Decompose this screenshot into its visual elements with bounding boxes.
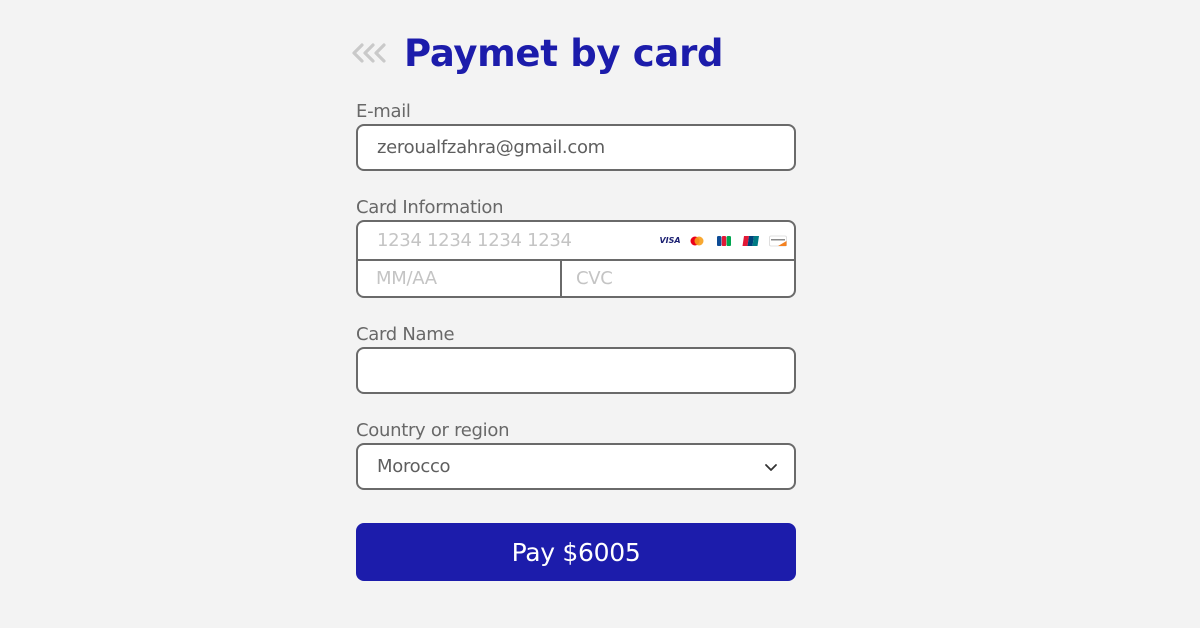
card-name-input[interactable] — [356, 347, 796, 394]
card-number-input[interactable]: 1234 1234 1234 1234 — [377, 230, 653, 251]
email-label: E-mail — [356, 101, 411, 122]
email-value: zeroualfzahra@gmail.com — [377, 137, 605, 158]
card-info-group: 1234 1234 1234 1234 VISA MM/AA CVC — [356, 220, 796, 298]
card-cvc-input[interactable]: CVC — [562, 261, 794, 296]
card-expiry-input[interactable]: MM/AA — [358, 261, 562, 296]
card-info-label: Card Information — [356, 197, 504, 218]
country-label: Country or region — [356, 420, 510, 441]
mastercard-icon — [687, 234, 707, 248]
chevron-down-icon — [764, 462, 778, 472]
country-selected-value: Morocco — [377, 456, 451, 477]
visa-icon: VISA — [659, 236, 681, 245]
pay-button[interactable]: Pay $6005 — [356, 523, 796, 581]
country-select[interactable]: Morocco — [356, 443, 796, 490]
discover-icon — [768, 234, 788, 248]
back-chevrons-icon[interactable] — [350, 41, 390, 65]
unionpay-icon — [741, 234, 761, 248]
payment-form: E-mail zeroualfzahra@gmail.com Card Info… — [356, 100, 796, 581]
card-number-row: 1234 1234 1234 1234 VISA — [358, 222, 794, 261]
page-title: Paymet by card — [404, 31, 724, 75]
card-details-row: MM/AA CVC — [358, 261, 794, 296]
jcb-icon — [714, 234, 734, 248]
email-field[interactable]: zeroualfzahra@gmail.com — [356, 124, 796, 171]
card-brands: VISA — [653, 234, 788, 248]
card-name-label: Card Name — [356, 324, 455, 345]
page-header: Paymet by card — [350, 28, 724, 78]
